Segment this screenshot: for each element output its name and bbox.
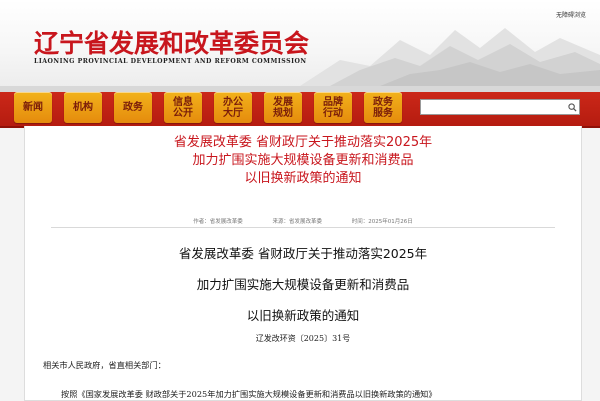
nav-item-development-planning[interactable]: 发展 规划 xyxy=(264,92,302,123)
nav-item-info-disclosure[interactable]: 信息 公开 xyxy=(164,92,202,123)
nav-label: 品牌 xyxy=(323,96,343,108)
nav-label-line2: 公开 xyxy=(173,107,193,119)
nav-label: 政务 xyxy=(123,102,143,113)
nav-label: 发展 xyxy=(273,96,293,108)
nav-label-line2: 规划 xyxy=(273,107,293,119)
article-title-line: 加力扩围实施大规模设备更新和消费品 xyxy=(192,153,414,168)
article-meta: 作者：省发展改革委 来源：省发展改革委 时间：2025年01月26日 xyxy=(25,217,581,225)
site-header: 无障碍浏览 辽宁省发展和改革委员会 LIAONING PROVINCIAL DE… xyxy=(0,0,600,86)
site-subtitle: LIAONING PROVINCIAL DEVELOPMENT AND REFO… xyxy=(34,58,307,65)
nav-label: 新闻 xyxy=(23,102,43,113)
article-date: 时间：2025年01月26日 xyxy=(351,219,413,225)
nav-item-organization[interactable]: 机构 xyxy=(64,92,102,123)
document-paragraph: 按照《国家发展改革委 财政部关于2025年加力扩围实施大规模设备更新和消费品以旧… xyxy=(61,389,437,399)
nav-label: 机构 xyxy=(73,102,93,113)
article-author: 作者：省发展改革委 xyxy=(193,219,243,225)
nav-label: 信息 xyxy=(173,96,193,108)
document-title-line: 省发展改革委 省财政厅关于推动落实2025年 xyxy=(178,246,428,261)
article-title-line: 省发展改革委 省财政厅关于推动落实2025年 xyxy=(173,135,433,150)
nav-label-line2: 行动 xyxy=(323,107,343,119)
document-number: 辽发改环资〔2025〕31号 xyxy=(255,334,351,343)
article-panel: 省发展改革委 省财政厅关于推动落实2025年 加力扩围实施大规模设备更新和消费品… xyxy=(24,126,582,401)
document-title-line: 以旧换新政策的通知 xyxy=(246,308,360,323)
nav-label-line2: 服务 xyxy=(373,107,393,119)
article-title: 省发展改革委 省财政厅关于推动落实2025年 加力扩围实施大规模设备更新和消费品… xyxy=(25,134,581,188)
site-title[interactable]: 辽宁省发展和改革委员会 xyxy=(34,24,309,60)
search-input[interactable] xyxy=(431,101,565,113)
nav-item-government-services[interactable]: 政务 服务 xyxy=(364,92,402,123)
nav-label: 办公 xyxy=(223,96,243,108)
nav-label-line2: 大厅 xyxy=(223,107,243,119)
nav-label: 政务 xyxy=(373,96,393,108)
nav-item-brand-action[interactable]: 品牌 行动 xyxy=(314,92,352,123)
nav-item-news[interactable]: 新闻 xyxy=(14,92,52,123)
document-title-line: 加力扩围实施大规模设备更新和消费品 xyxy=(196,277,410,292)
magnifier-icon[interactable] xyxy=(565,100,579,114)
meta-divider xyxy=(51,227,555,228)
document-salutation: 相关市人民政府，省直相关部门： xyxy=(43,360,166,370)
article-source: 来源：省发展改革委 xyxy=(272,219,323,225)
nav-item-government-affairs[interactable]: 政务 xyxy=(114,92,152,123)
accessibility-link[interactable]: 无障碍浏览 xyxy=(556,10,586,19)
nav-item-office-hall[interactable]: 办公 大厅 xyxy=(214,92,252,123)
article-title-line: 以旧换新政策的通知 xyxy=(244,171,362,186)
search-box xyxy=(420,99,580,115)
